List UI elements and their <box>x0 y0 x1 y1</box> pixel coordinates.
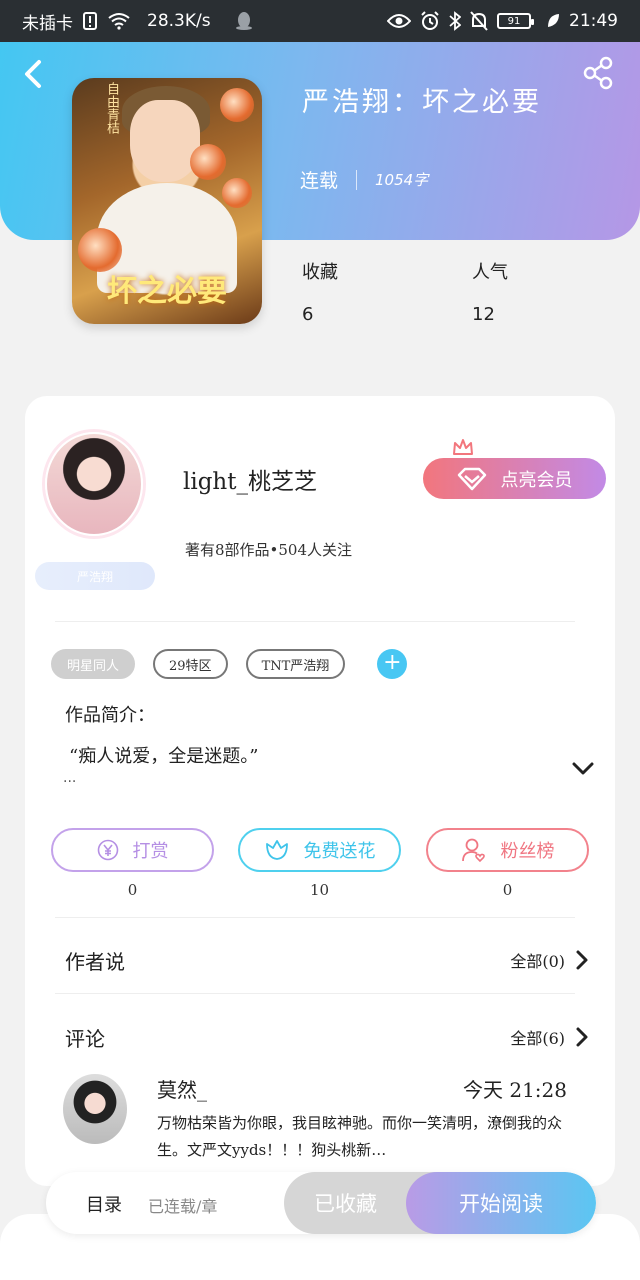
word-count: 1054字 <box>375 171 429 189</box>
status-bar: 未插卡 28.3K/s 91 21:49 <box>0 0 640 42</box>
chevron-right-icon <box>576 1027 588 1047</box>
popularity-value: 12 <box>472 304 495 325</box>
popularity-stat: 人气 12 <box>472 258 508 325</box>
book-meta: 连载 1054字 <box>300 166 428 193</box>
send-flower-button[interactable]: 免费送花 <box>238 828 401 872</box>
tag-item[interactable]: 29特区 <box>153 649 228 679</box>
author-says-count: 全部(0) <box>510 952 565 971</box>
flower-icon <box>265 840 288 860</box>
share-icon <box>583 56 613 90</box>
bottom-action-bar: 目录 已连载/章 已收藏 开始阅读 <box>46 1172 596 1234</box>
share-button[interactable] <box>582 56 614 90</box>
author-avatar[interactable] <box>45 432 143 536</box>
network-speed: 28.3K/s <box>147 11 211 31</box>
flower-count: 10 <box>309 881 330 899</box>
start-reading-label: 开始阅读 <box>459 1192 543 1216</box>
bluetooth-icon <box>449 11 461 31</box>
favorites-value: 6 <box>302 304 314 325</box>
comments-title: 评论 <box>65 1027 105 1051</box>
book-status: 连载 <box>300 170 339 192</box>
cover-title: 坏之必要 <box>107 274 227 309</box>
start-reading-button[interactable]: 开始阅读 <box>406 1172 596 1234</box>
tip-button-label: 打赏 <box>132 841 169 862</box>
chevron-left-icon <box>25 60 41 88</box>
chevron-right-icon <box>576 950 588 970</box>
toc-button[interactable]: 目录 <box>86 1191 122 1217</box>
yuan-icon <box>97 839 118 861</box>
wifi-icon <box>107 12 131 30</box>
add-tag-button[interactable]: + <box>377 649 408 679</box>
intro-ellipsis: ... <box>63 770 77 786</box>
diamond-icon <box>457 467 486 490</box>
chevron-down-icon <box>572 762 594 775</box>
fan-ranking-label: 粉丝榜 <box>500 841 555 862</box>
alarm-icon <box>420 11 440 31</box>
favorites-stat: 收藏 6 <box>302 258 338 325</box>
divider <box>55 993 575 994</box>
comments-count: 全部(6) <box>510 1029 565 1048</box>
book-title: 严浩翔：坏之必要 <box>302 87 542 118</box>
comment-username[interactable]: 莫然_ <box>157 1074 207 1103</box>
author-tagline-text: 严浩翔 <box>76 569 113 584</box>
tip-count: 0 <box>127 881 138 899</box>
carrier-label: 未插卡 <box>22 13 73 34</box>
fan-ranking-button[interactable]: 粉丝榜 <box>426 828 589 872</box>
toc-chapter-info: 已连载/章 <box>148 1197 218 1216</box>
book-cover[interactable]: 自由青桔 坏之必要 <box>72 78 262 324</box>
intro-text: “痴人说爱，全是迷题。” <box>69 746 259 767</box>
divider <box>55 917 575 918</box>
tag-list: 明星同人 29特区 TNT严浩翔 + <box>51 649 408 679</box>
tag-item[interactable]: TNT严浩翔 <box>245 649 346 679</box>
alert-icon <box>83 12 97 30</box>
favorites-label: 收藏 <box>302 262 338 283</box>
book-detail-card: 严浩翔 light_桃芝芝 著有8部作品•504人关注 点亮会员 明星同人 29… <box>25 396 615 1186</box>
leaf-icon <box>546 13 560 29</box>
crown-icon <box>453 439 473 455</box>
fans-count: 0 <box>502 881 513 899</box>
intro-label: 作品简介： <box>65 705 155 726</box>
expand-intro-button[interactable] <box>571 758 595 778</box>
author-says-more-link[interactable]: 全部(0) <box>510 948 589 972</box>
vip-button-label: 点亮会员 <box>500 469 573 491</box>
clock: 21:49 <box>569 11 618 31</box>
cover-side-text: 自由青桔 <box>104 82 119 134</box>
send-flower-label: 免费送花 <box>303 841 376 862</box>
comment-avatar[interactable] <box>63 1074 127 1144</box>
meta-divider <box>356 169 358 190</box>
back-button[interactable] <box>22 56 52 92</box>
fan-icon <box>461 838 485 863</box>
qq-icon <box>235 11 253 31</box>
comment-time: 今天 21:28 <box>463 1078 567 1102</box>
collected-button-label: 已收藏 <box>314 1192 377 1216</box>
comment-text[interactable]: 万物枯荣皆为你眼，我目眩神驰。而你一笑清明，潦倒我的众生。文严文yyds！！！狗… <box>157 1110 569 1164</box>
vip-button[interactable]: 点亮会员 <box>423 458 606 499</box>
divider <box>55 621 575 622</box>
tip-button[interactable]: 打赏 <box>51 828 214 872</box>
tag-item[interactable]: 明星同人 <box>51 649 136 679</box>
battery-level: 91 <box>507 15 521 27</box>
author-summary: 著有8部作品•504人关注 <box>185 541 353 559</box>
author-tagline: 严浩翔 <box>35 562 155 590</box>
popularity-label: 人气 <box>472 262 508 283</box>
comments-more-link[interactable]: 全部(6) <box>510 1025 589 1049</box>
eye-icon <box>387 13 411 29</box>
author-says-title: 作者说 <box>65 950 125 974</box>
mute-icon <box>470 11 488 31</box>
battery-icon: 91 <box>497 13 534 29</box>
author-name[interactable]: light_桃芝芝 <box>183 462 317 496</box>
